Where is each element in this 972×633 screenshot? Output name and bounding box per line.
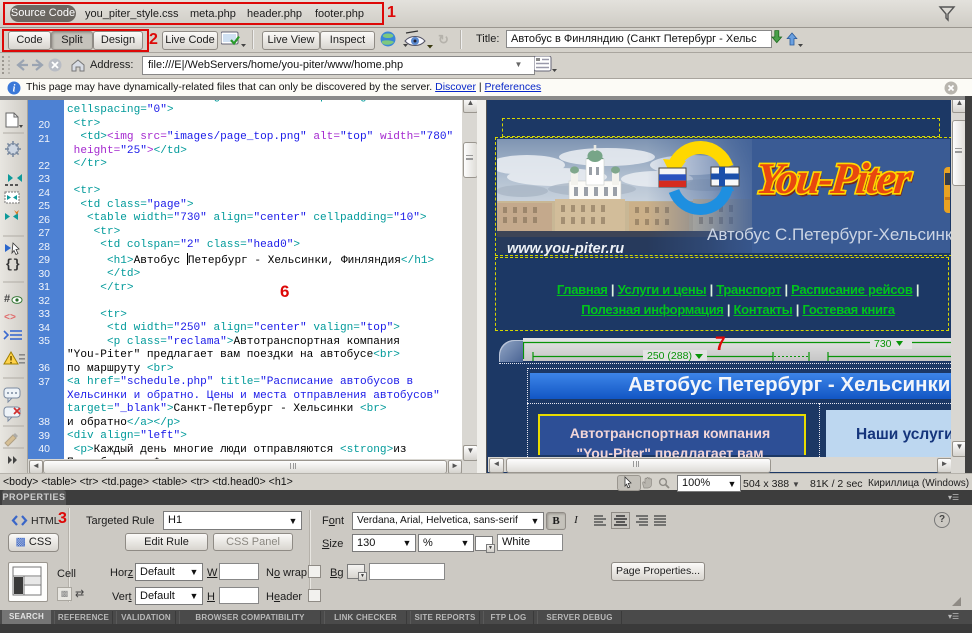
- svg-text:730: 730: [874, 338, 892, 350]
- svg-text:250 (288): 250 (288): [647, 350, 692, 361]
- svg-text:i: i: [13, 84, 16, 95]
- svg-text:#: #: [4, 293, 10, 305]
- svg-text:You-Piter: You-Piter: [754, 154, 915, 203]
- svg-text:{}: {}: [5, 257, 21, 272]
- svg-text:<>: <>: [4, 313, 16, 324]
